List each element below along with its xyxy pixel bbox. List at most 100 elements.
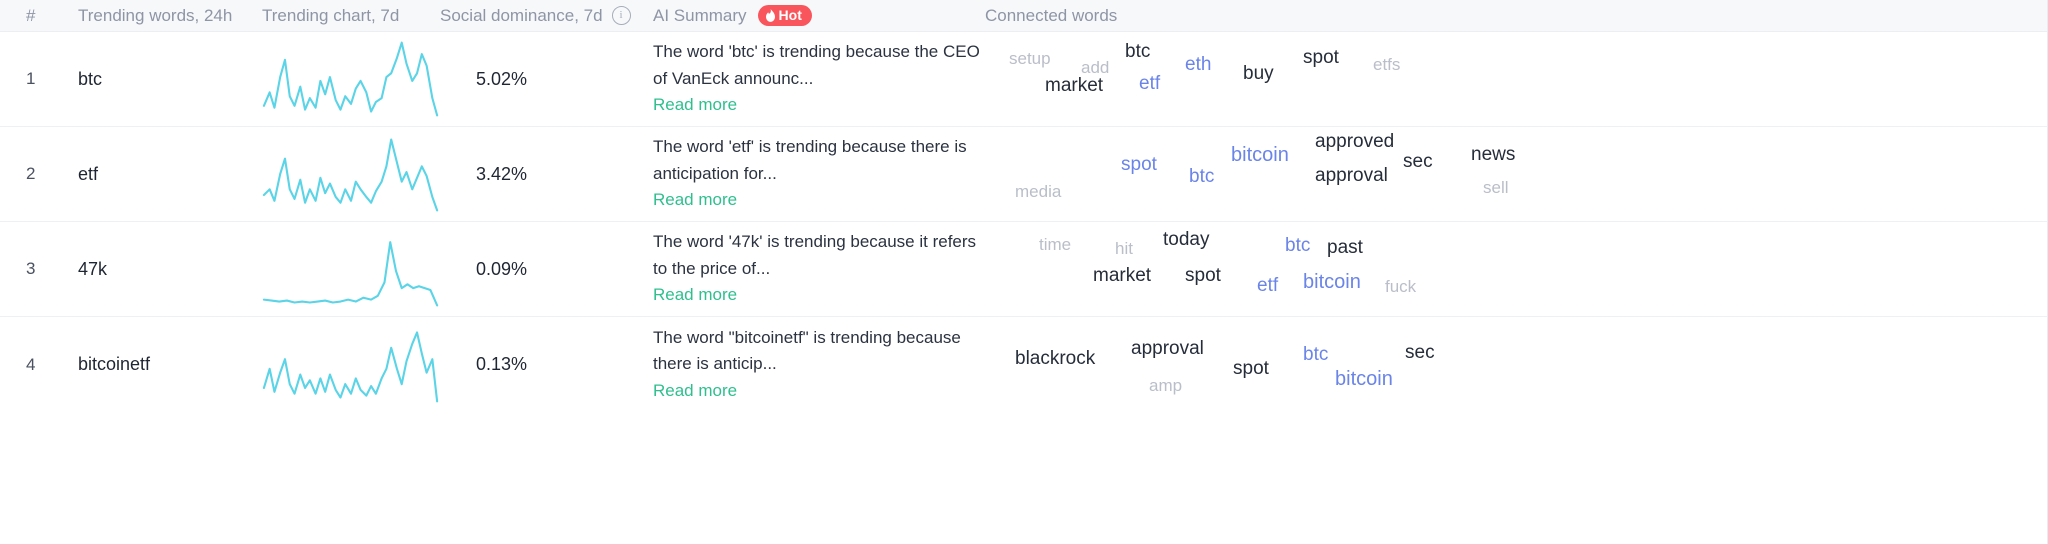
connected-word[interactable]: btc: [1125, 42, 1150, 61]
row-social-dominance: 3.42%: [476, 163, 528, 184]
connected-word[interactable]: bitcoin: [1335, 369, 1393, 389]
connected-word[interactable]: spot: [1233, 359, 1269, 378]
connected-word[interactable]: hit: [1115, 240, 1133, 257]
read-more-link[interactable]: Read more: [653, 95, 737, 114]
table-header: # Trending words, 24h Trending chart, 7d…: [0, 0, 2048, 32]
connected-word[interactable]: etfs: [1373, 56, 1400, 73]
row-rank: 2: [26, 164, 36, 183]
connected-word[interactable]: news: [1471, 145, 1515, 164]
ai-summary-body: The word 'etf' is trending because there…: [653, 134, 985, 214]
ai-summary-body: The word 'btc' is trending because the C…: [653, 39, 985, 119]
connected-word[interactable]: spot: [1185, 266, 1221, 285]
connected-word[interactable]: time: [1039, 236, 1071, 253]
word-cloud: media spot btc bitcoin approved approval sec ne…: [985, 127, 2048, 221]
row-social-dominance: 0.09%: [476, 258, 528, 279]
read-more-link[interactable]: Read more: [653, 190, 737, 209]
column-header-trending-chart-label: Trending chart, 7d: [262, 5, 400, 25]
sparkline-chart: [262, 41, 439, 117]
row-connected-words: blackrock approval amp spot btc bitcoin sec: [985, 317, 2048, 412]
trending-words-table: # Trending words, 24h Trending chart, 7d…: [0, 0, 2048, 544]
row-connected-words: setup add btc eth buy spot etfs market etf: [985, 32, 2048, 126]
table-row[interactable]: 4 bitcoinetf 0.13% The word "bitcoinetf" is…: [0, 317, 2048, 412]
row-trending-chart: [262, 32, 440, 126]
connected-word[interactable]: spot: [1303, 48, 1339, 67]
connected-word[interactable]: eth: [1185, 55, 1211, 74]
connected-word[interactable]: spot: [1121, 155, 1157, 174]
connected-word[interactable]: add: [1081, 59, 1109, 76]
ai-summary-body: The word "bitcoinetf" is trending becaus…: [653, 325, 985, 405]
connected-word[interactable]: media: [1015, 183, 1061, 200]
row-trending-chart: [262, 127, 440, 221]
sparkline-chart: [262, 241, 439, 307]
row-trending-word[interactable]: btc: [78, 32, 262, 126]
connected-word[interactable]: market: [1045, 76, 1103, 95]
column-header-rank-label: #: [26, 5, 36, 25]
hot-badge-label: Hot: [778, 6, 802, 23]
connected-word[interactable]: approved: [1315, 132, 1394, 151]
row-ai-summary: The word 'btc' is trending because the C…: [653, 32, 985, 126]
column-header-ai-summary-label: AI Summary: [653, 5, 747, 25]
connected-word[interactable]: approval: [1131, 339, 1204, 358]
row-social-dominance: 5.02%: [476, 68, 528, 89]
column-header-trending-words[interactable]: Trending words, 24h: [78, 6, 262, 26]
connected-word[interactable]: blackrock: [1015, 349, 1095, 368]
sparkline-chart: [262, 330, 439, 402]
connected-word[interactable]: bitcoin: [1231, 145, 1289, 165]
connected-word[interactable]: btc: [1285, 236, 1310, 255]
ai-summary-text: The word '47k' is trending because it re…: [653, 232, 977, 278]
table-body: 1 btc 5.02% The word 'btc' is trending beca…: [0, 32, 2048, 412]
info-icon[interactable]: i: [611, 6, 631, 25]
connected-word[interactable]: sec: [1405, 343, 1435, 362]
word-cloud: setup add btc eth buy spot etfs market etf: [985, 32, 2048, 126]
row-connected-words: media spot btc bitcoin approved approval sec ne…: [985, 127, 2048, 221]
sparkline-chart: [262, 138, 439, 212]
column-header-social-dominance-label: Social dominance, 7d: [440, 5, 603, 25]
connected-word[interactable]: sec: [1403, 152, 1433, 171]
column-header-ai-summary[interactable]: AI Summary Hot: [653, 4, 985, 27]
connected-word[interactable]: market: [1093, 266, 1151, 285]
table-row[interactable]: 2 etf 3.42% The word 'etf' is trending beca…: [0, 127, 2048, 222]
row-rank: 3: [26, 259, 36, 278]
connected-word[interactable]: btc: [1189, 167, 1214, 186]
connected-word[interactable]: sell: [1483, 179, 1509, 196]
row-ai-summary: The word '47k' is trending because it re…: [653, 222, 985, 316]
connected-word[interactable]: approval: [1315, 166, 1388, 185]
connected-word[interactable]: today: [1163, 230, 1209, 249]
connected-word[interactable]: fuck: [1385, 278, 1416, 295]
row-ai-summary: The word "bitcoinetf" is trending becaus…: [653, 317, 985, 412]
row-ai-summary: The word 'etf' is trending because there…: [653, 127, 985, 221]
column-header-social-dominance[interactable]: Social dominance, 7d i: [440, 6, 653, 26]
row-rank: 4: [26, 354, 36, 374]
connected-word[interactable]: past: [1327, 238, 1363, 257]
flame-icon: [765, 9, 776, 22]
connected-word[interactable]: buy: [1243, 64, 1274, 83]
row-trending-word[interactable]: etf: [78, 127, 262, 221]
connected-word[interactable]: amp: [1149, 377, 1182, 394]
table-row[interactable]: 1 btc 5.02% The word 'btc' is trending beca…: [0, 32, 2048, 127]
row-social-dominance: 0.13%: [476, 354, 528, 374]
word-cloud: time hit today btc past market spot etf bitcoin f…: [985, 222, 2048, 316]
read-more-link[interactable]: Read more: [653, 381, 737, 400]
column-header-rank[interactable]: #: [0, 6, 78, 26]
column-header-trending-chart[interactable]: Trending chart, 7d: [262, 6, 440, 26]
ai-summary-body: The word '47k' is trending because it re…: [653, 229, 985, 309]
row-trending-word[interactable]: 47k: [78, 222, 262, 316]
row-trending-chart: [262, 317, 440, 412]
column-header-connected-words-label: Connected words: [985, 5, 1118, 25]
column-header-connected-words[interactable]: Connected words: [985, 6, 2048, 26]
ai-summary-text: The word 'etf' is trending because there…: [653, 137, 967, 183]
connected-word[interactable]: setup: [1009, 50, 1051, 67]
row-trending-chart: [262, 222, 440, 316]
ai-summary-text: The word "bitcoinetf" is trending becaus…: [653, 327, 961, 374]
column-header-trending-words-label: Trending words, 24h: [78, 5, 233, 25]
read-more-link[interactable]: Read more: [653, 285, 737, 304]
connected-word[interactable]: btc: [1303, 345, 1328, 364]
connected-word[interactable]: bitcoin: [1303, 272, 1361, 292]
row-trending-word[interactable]: bitcoinetf: [78, 317, 262, 412]
table-row[interactable]: 3 47k 0.09% The word '47k' is trending beca…: [0, 222, 2048, 317]
word-cloud: blackrock approval amp spot btc bitcoin sec: [985, 317, 2048, 412]
connected-word[interactable]: etf: [1257, 276, 1278, 295]
connected-word[interactable]: etf: [1139, 74, 1160, 93]
hot-badge: Hot: [757, 4, 812, 27]
ai-summary-text: The word 'btc' is trending because the C…: [653, 42, 980, 88]
